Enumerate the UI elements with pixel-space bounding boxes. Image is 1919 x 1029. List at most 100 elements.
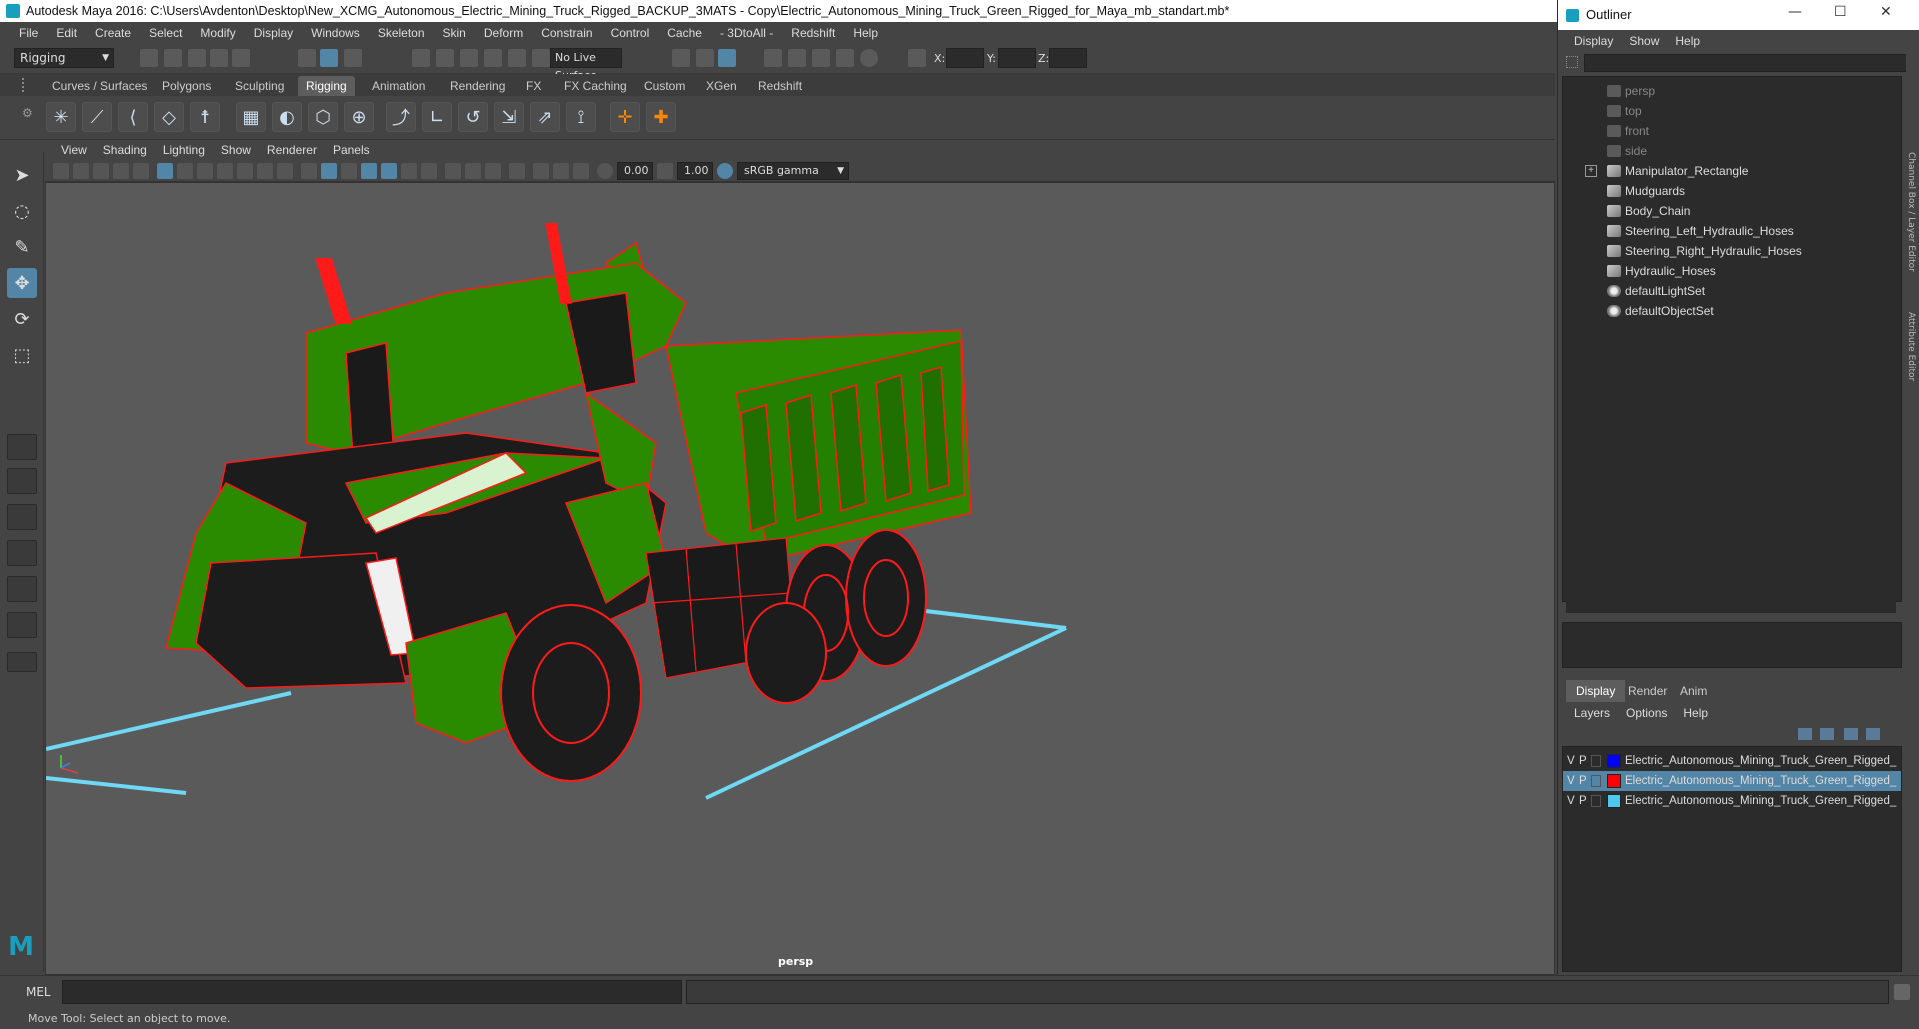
side-by-side-layout-icon[interactable] <box>7 576 37 602</box>
safe-title-icon[interactable] <box>277 163 293 179</box>
outliner-hscrollbar[interactable] <box>1566 601 1896 613</box>
outliner-graph-layout-icon[interactable] <box>7 612 37 638</box>
menu-redshift[interactable]: Redshift <box>782 26 844 40</box>
menu-modify[interactable]: Modify <box>191 26 244 40</box>
save-scene-icon[interactable] <box>188 49 206 67</box>
tab-sculpting[interactable]: Sculpting <box>227 76 292 96</box>
menu-edit[interactable]: Edit <box>47 26 86 40</box>
tab-xgen[interactable]: XGen <box>698 76 745 96</box>
gate-mask-icon[interactable] <box>217 163 233 179</box>
locator-joint-icon[interactable]: ✚ <box>646 102 676 132</box>
outliner-item[interactable]: + Manipulator_Rectangle <box>1563 161 1893 181</box>
select-tool-icon[interactable]: ➤ <box>7 160 37 190</box>
menu-display[interactable]: Display <box>245 26 302 40</box>
xray-components-icon[interactable] <box>573 163 589 179</box>
menu-deform[interactable]: Deform <box>475 26 532 40</box>
select-object-icon[interactable] <box>320 49 338 67</box>
filter-icon[interactable] <box>1566 56 1578 68</box>
select-component-icon[interactable] <box>344 49 362 67</box>
tab-animation[interactable]: Animation <box>364 76 433 96</box>
menu-cache[interactable]: Cache <box>658 26 711 40</box>
outliner-item[interactable]: Body_Chain <box>1563 201 1893 221</box>
vp-menu-show[interactable]: Show <box>213 143 259 157</box>
select-hierarchy-icon[interactable] <box>298 49 316 67</box>
outliner-item[interactable]: Steering_Left_Hydraulic_Hoses <box>1563 221 1893 241</box>
history-icon[interactable] <box>532 49 550 67</box>
layer-type-toggle[interactable] <box>1591 775 1601 787</box>
paint-weights-icon[interactable]: ◐ <box>272 102 302 132</box>
menu-windows[interactable]: Windows <box>302 26 369 40</box>
script-editor-icon[interactable] <box>1894 984 1910 1000</box>
vp-menu-lighting[interactable]: Lighting <box>155 143 213 157</box>
outliner-item[interactable]: top <box>1563 101 1893 121</box>
grid-toggle-icon[interactable] <box>133 163 149 179</box>
insert-joint-icon[interactable]: ◇ <box>154 102 184 132</box>
channel-box-side-tab[interactable]: Channel Box / Layer Editor <box>1906 152 1916 272</box>
tab-redshift[interactable]: Redshift <box>750 76 810 96</box>
scale-tool-icon[interactable]: ⬚ <box>7 340 37 370</box>
xray-icon[interactable] <box>533 163 549 179</box>
layer-row[interactable]: V P Electric_Autonomous_Mining_Truck_Green… <box>1563 771 1901 791</box>
cluster-icon[interactable]: ⊕ <box>344 102 374 132</box>
ipr-render-icon[interactable] <box>788 49 806 67</box>
point-constraint-icon[interactable]: ∟ <box>422 102 452 132</box>
undo-icon[interactable] <box>210 49 228 67</box>
single-pane-layout-icon[interactable] <box>7 434 37 460</box>
attribute-editor-side-tab[interactable]: Attribute Editor <box>1906 312 1916 381</box>
lattice-icon[interactable]: ⬡ <box>308 102 338 132</box>
outliner-item[interactable]: front <box>1563 121 1893 141</box>
hypershade-icon[interactable] <box>836 49 854 67</box>
use-all-lights-icon[interactable] <box>401 163 417 179</box>
layer-visibility-toggle[interactable]: V <box>1567 771 1575 791</box>
isolate-select-icon[interactable] <box>509 163 525 179</box>
aim-constraint-icon[interactable]: ⇗ <box>530 102 560 132</box>
bookmark-icon[interactable] <box>93 163 109 179</box>
menu-select[interactable]: Select <box>140 26 191 40</box>
tab-display[interactable]: Display <box>1566 680 1626 702</box>
x-coord-field[interactable] <box>946 48 984 68</box>
menu-3dtoall[interactable]: - 3DtoAll - <box>711 26 782 40</box>
tab-rigging[interactable]: Rigging <box>298 76 355 96</box>
paint-select-tool-icon[interactable]: ✎ <box>7 232 37 262</box>
y-coord-field[interactable] <box>998 48 1036 68</box>
shelf-menu-icon[interactable] <box>22 78 32 92</box>
smooth-shade-icon[interactable] <box>321 163 337 179</box>
outliner-item[interactable]: persp <box>1563 81 1893 101</box>
outliner-item[interactable]: Mudguards <box>1563 181 1893 201</box>
new-layer-selected-icon[interactable] <box>1866 728 1880 740</box>
locator-icon[interactable]: ✛ <box>610 102 640 132</box>
menu-control[interactable]: Control <box>602 26 659 40</box>
tab-fx-caching[interactable]: FX Caching <box>556 76 635 96</box>
film-gate-icon[interactable] <box>177 163 193 179</box>
xray-joints-icon[interactable] <box>553 163 569 179</box>
tab-custom[interactable]: Custom <box>636 76 693 96</box>
output-ops-icon[interactable] <box>696 49 714 67</box>
snap-view-icon[interactable] <box>484 49 502 67</box>
move-tool-icon[interactable]: ✥ <box>7 268 37 298</box>
tab-rendering[interactable]: Rendering <box>442 76 513 96</box>
layer-menu-help[interactable]: Help <box>1675 706 1716 720</box>
render-settings-icon[interactable] <box>812 49 830 67</box>
wireframe-shade-icon[interactable] <box>301 163 317 179</box>
menu-help[interactable]: Help <box>844 26 887 40</box>
outliner-menu-show[interactable]: Show <box>1621 34 1667 48</box>
color-management-icon[interactable] <box>717 163 733 179</box>
layer-row[interactable]: V P Electric_Autonomous_Mining_Truck_Green… <box>1563 751 1901 771</box>
menu-create[interactable]: Create <box>86 26 140 40</box>
new-scene-icon[interactable] <box>140 49 158 67</box>
two-pane-layout-icon[interactable] <box>7 504 37 530</box>
layer-type-toggle[interactable] <box>1591 755 1601 767</box>
outliner-item[interactable]: Hydraulic_Hoses <box>1563 261 1893 281</box>
outliner-search-input[interactable] <box>1584 54 1914 72</box>
pole-vector-icon[interactable]: ⟟ <box>566 102 596 132</box>
render-frame-icon[interactable] <box>764 49 782 67</box>
construction-history-icon[interactable] <box>718 49 736 67</box>
command-input[interactable] <box>62 980 682 1004</box>
layer-playback-toggle[interactable]: P <box>1579 791 1587 811</box>
four-pane-layout-icon[interactable] <box>7 468 37 494</box>
expand-icon[interactable]: + <box>1585 165 1597 177</box>
parent-constraint-icon[interactable]: ⤴ <box>386 102 416 132</box>
tab-curves-surfaces[interactable]: Curves / Surfaces <box>44 76 155 96</box>
outliner-persp-layout-icon[interactable] <box>7 540 37 566</box>
camera-select-icon[interactable] <box>53 163 69 179</box>
